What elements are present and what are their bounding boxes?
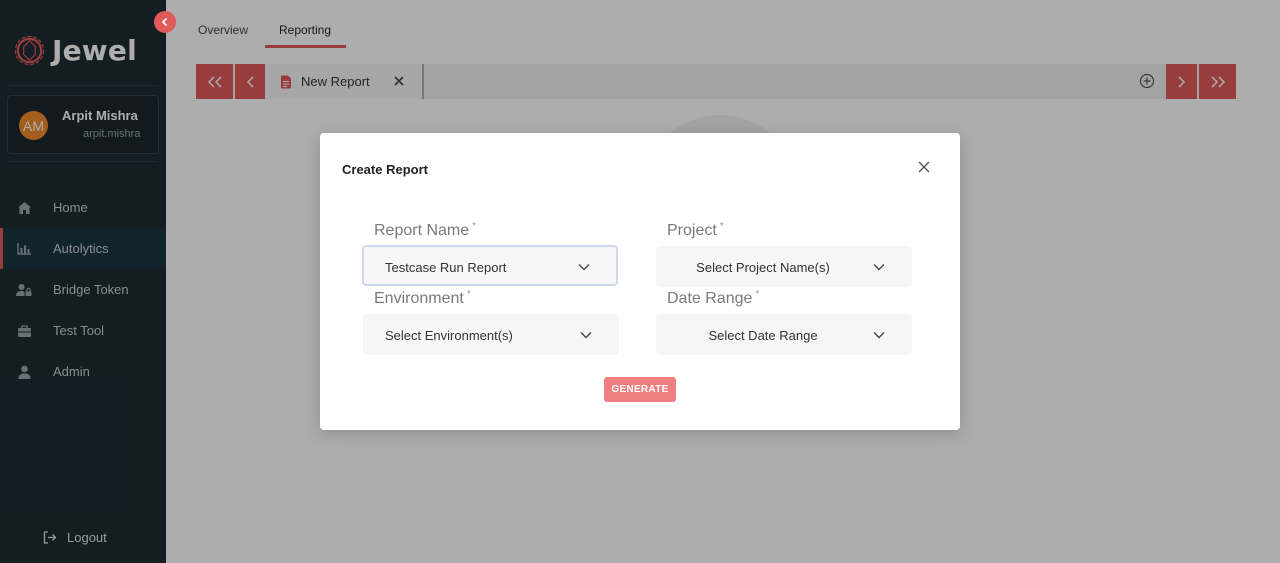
environment-select[interactable]: Select Environment(s) bbox=[363, 314, 619, 355]
chevron-down-icon bbox=[578, 264, 590, 271]
report-name-label: Report Name * bbox=[374, 221, 477, 239]
chevron-down-icon bbox=[873, 264, 885, 271]
generate-button[interactable]: GENERATE bbox=[604, 377, 676, 402]
close-icon[interactable] bbox=[917, 160, 931, 174]
project-label: Project * bbox=[667, 221, 724, 239]
sidebar-collapse-button[interactable] bbox=[154, 11, 176, 33]
chevron-left-icon bbox=[161, 17, 168, 27]
project-placeholder: Select Project Name(s) bbox=[696, 260, 830, 275]
date-range-placeholder: Select Date Range bbox=[708, 328, 818, 343]
date-range-select[interactable]: Select Date Range bbox=[656, 314, 912, 355]
chevron-down-icon bbox=[873, 332, 885, 339]
environment-placeholder: Select Environment(s) bbox=[385, 328, 513, 343]
report-name-select[interactable]: Testcase Run Report bbox=[362, 245, 618, 286]
environment-label: Environment * bbox=[374, 289, 471, 307]
chevron-down-icon bbox=[580, 332, 592, 339]
report-name-value: Testcase Run Report bbox=[385, 260, 507, 275]
date-range-label: Date Range * bbox=[667, 289, 760, 307]
project-select[interactable]: Select Project Name(s) bbox=[656, 246, 912, 287]
modal-title: Create Report bbox=[342, 162, 428, 177]
create-report-modal: Create Report Report Name * Testcase Run … bbox=[320, 133, 960, 430]
